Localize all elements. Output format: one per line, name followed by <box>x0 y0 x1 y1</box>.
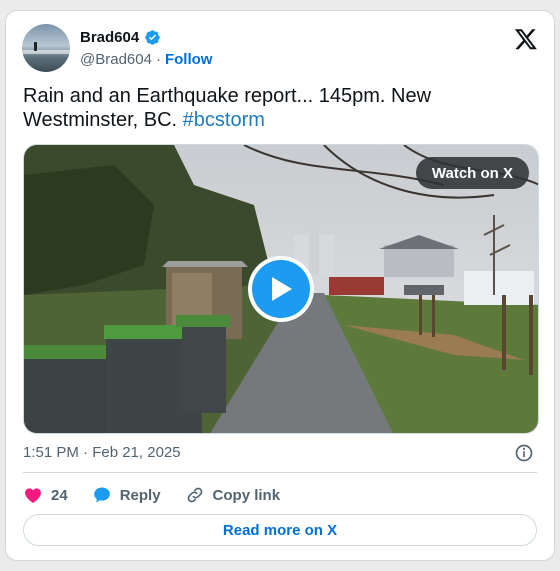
copy-link-label: Copy link <box>212 486 281 504</box>
info-icon[interactable] <box>514 443 534 463</box>
link-icon <box>187 487 202 503</box>
reply-button[interactable]: Reply <box>92 485 161 505</box>
like-count: 24 <box>51 486 68 504</box>
author-display-name[interactable]: Brad604 <box>80 29 139 46</box>
divider <box>23 472 537 473</box>
play-icon <box>272 277 292 301</box>
x-logo-icon[interactable] <box>514 27 538 51</box>
read-more-button[interactable]: Read more on X <box>23 514 537 546</box>
heart-icon <box>25 488 41 503</box>
like-button[interactable]: 24 <box>23 485 68 505</box>
reply-bubble-icon <box>93 487 110 503</box>
video-player[interactable]: Watch on X <box>23 144 539 434</box>
hashtag-link[interactable]: #bcstorm <box>183 109 265 131</box>
action-bar: 24 Reply Copy link <box>23 483 304 507</box>
verified-badge-icon <box>145 30 160 45</box>
handle-separator: · <box>155 51 161 68</box>
follow-button[interactable]: Follow <box>165 51 213 68</box>
embedded-post-card: Brad604 @Brad604 · Follow Rain and an Ea… <box>5 10 555 561</box>
play-button[interactable] <box>248 256 314 322</box>
author-avatar[interactable] <box>22 24 70 72</box>
post-text: Rain and an Earthquake report... 145pm. … <box>23 84 533 132</box>
reply-label: Reply <box>119 486 161 504</box>
author-handle[interactable]: @Brad604 <box>80 51 152 68</box>
copy-link-button[interactable]: Copy link <box>185 485 281 505</box>
author-handle-row: @Brad604 · Follow <box>80 51 212 68</box>
watch-on-x-button[interactable]: Watch on X <box>415 157 529 189</box>
author-name-row: Brad604 <box>80 29 161 46</box>
post-timestamp[interactable]: 1:51 PM · Feb 21, 2025 <box>23 444 181 461</box>
